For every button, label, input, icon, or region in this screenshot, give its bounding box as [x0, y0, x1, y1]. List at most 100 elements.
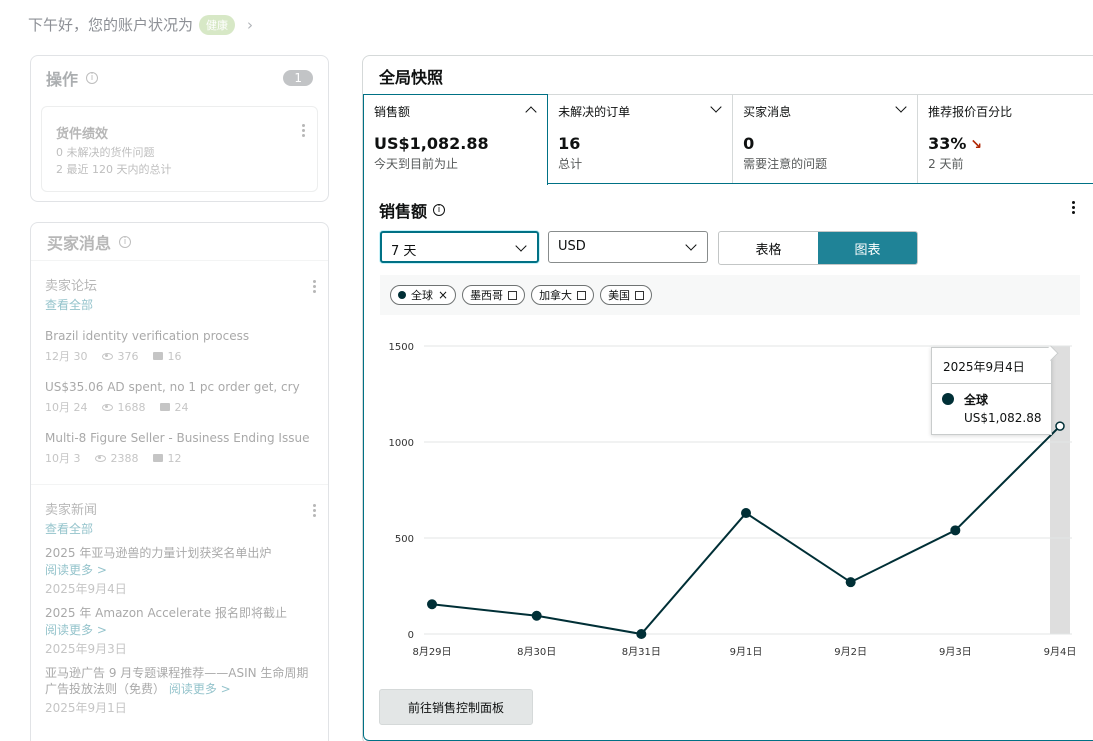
sales-detail-panel: 销售额 i 7 天 USD 表格 图表 全球 × 墨西哥 加拿大 美国 0 50… — [363, 183, 1093, 741]
more-options-icon[interactable] — [313, 502, 316, 519]
metric-value: 33% — [928, 134, 967, 153]
checkbox-icon[interactable] — [508, 290, 518, 300]
greeting-text: 下午好，您的账户状况为 — [28, 16, 194, 34]
metric-sub: 总计 — [558, 157, 583, 171]
snapshot-title: 全局快照 — [379, 68, 444, 87]
metric-sales[interactable]: 销售额 US$1,082.88 今天到目前为止 — [363, 94, 549, 185]
metric-value: 0 — [743, 134, 755, 153]
news-title: 卖家新闻 — [45, 503, 98, 518]
tooltip-series: 全球 — [964, 393, 989, 407]
news-item-date: 2025年9月1日 — [45, 701, 127, 715]
x-tick-label: 9月1日 — [730, 646, 763, 658]
news-item: 亚马逊广告 9 月专题课程推荐——ASIN 生命周期广告投放法则（免费） 阅读更… — [45, 665, 314, 716]
chip-label: 美国 — [608, 289, 631, 302]
post-title[interactable]: US$35.06 AD spent, no 1 pc order get, cr… — [45, 380, 314, 394]
more-options-icon[interactable] — [302, 122, 305, 139]
chevron-down-icon — [685, 239, 697, 251]
x-tick-label: 8月31日 — [622, 646, 661, 658]
post-date: 12月 30 — [45, 350, 88, 363]
news-item: 2025 年亚马逊兽的力量计划获奖名单出炉 阅读更多 > 2025年9月4日 — [45, 545, 314, 597]
data-point — [845, 577, 856, 588]
post-date: 10月 3 — [45, 452, 81, 465]
forum-post[interactable]: Multi-8 Figure Seller - Business Ending … — [45, 431, 314, 466]
eye-icon — [101, 403, 113, 411]
post-title[interactable]: Multi-8 Figure Seller - Business Ending … — [45, 431, 314, 445]
buyer-messages-card: 买家消息 i 卖家论坛 查看全部 Brazil identity verific… — [30, 222, 329, 741]
marketplace-filters: 全球 × 墨西哥 加拿大 美国 — [380, 275, 1080, 315]
metric-sub: 今天到目前为止 — [374, 157, 459, 171]
close-icon[interactable]: × — [438, 289, 448, 301]
filter-chip-mexico[interactable]: 墨西哥 — [462, 285, 526, 305]
forum-view-all-link[interactable]: 查看全部 — [45, 296, 314, 313]
data-point — [1055, 421, 1065, 431]
data-point — [427, 599, 437, 610]
metric-label: 推荐报价百分比 — [928, 105, 1013, 119]
currency-value: USD — [558, 239, 586, 254]
eye-icon — [101, 352, 113, 360]
data-point — [636, 629, 647, 639]
more-options-icon[interactable] — [313, 278, 316, 295]
info-icon[interactable]: i — [119, 235, 132, 248]
chevron-down-icon — [515, 240, 527, 252]
shipment-line-2: 2 最近 120 天内的总计 — [56, 163, 172, 176]
metric-value: US$1,082.88 — [374, 134, 489, 153]
checkbox-icon[interactable] — [635, 290, 645, 300]
post-replies: 24 — [174, 400, 189, 414]
chevron-right-icon[interactable]: › — [247, 16, 253, 34]
metric-label: 买家消息 — [743, 105, 792, 119]
news-view-all-link[interactable]: 查看全部 — [45, 520, 314, 537]
post-title[interactable]: Brazil identity verification process — [45, 329, 314, 343]
read-more-link[interactable]: 阅读更多 > — [45, 621, 314, 638]
tooltip-value: US$1,082.88 — [964, 411, 1042, 425]
filter-chip-us[interactable]: 美国 — [600, 285, 653, 305]
x-tick-label: 9月4日 — [1044, 646, 1077, 658]
view-toggle: 表格 图表 — [718, 231, 918, 265]
metric-featured-offer[interactable]: 推荐报价百分比 33% ↘ 2 天前 — [918, 94, 1093, 184]
shipment-line-1: 0 未解决的货件问题 — [56, 146, 155, 159]
series-line — [431, 425, 1061, 636]
news-item-title: 2025 年亚马逊兽的力量计划获奖名单出炉 — [45, 546, 272, 560]
buyer-messages-title: 买家消息 — [47, 233, 112, 253]
table-view-button[interactable]: 表格 — [719, 232, 818, 264]
comment-icon — [152, 454, 163, 462]
more-options-icon[interactable] — [1072, 199, 1075, 216]
filter-chip-global[interactable]: 全球 × — [390, 285, 457, 305]
forum-title: 卖家论坛 — [45, 279, 98, 294]
x-tick-label: 8月29日 — [412, 646, 451, 658]
comment-icon — [152, 352, 163, 360]
forum-post[interactable]: Brazil identity verification process 12月… — [45, 329, 314, 364]
tooltip-date: 2025年9月4日 — [932, 348, 1051, 384]
greeting: 下午好，您的账户状况为 健康 › — [28, 14, 253, 35]
go-to-sales-dashboard-button[interactable]: 前往销售控制面板 — [379, 689, 533, 725]
forum-post[interactable]: US$35.06 AD spent, no 1 pc order get, cr… — [45, 380, 314, 415]
global-snapshot: 全局快照 销售额 US$1,082.88 今天到目前为止 未解决的订单 16 总… — [362, 55, 1093, 741]
health-badge[interactable]: 健康 — [199, 14, 236, 35]
currency-select[interactable]: USD — [548, 231, 708, 263]
chart-view-button[interactable]: 图表 — [818, 232, 917, 264]
series-dot-icon — [398, 291, 406, 299]
chip-label: 全球 — [411, 289, 433, 302]
shipment-performance-card[interactable]: 货件绩效 0 未解决的货件问题 2 最近 120 天内的总计 — [41, 106, 318, 192]
filter-chip-canada[interactable]: 加拿大 — [531, 285, 595, 305]
info-icon[interactable]: i — [86, 72, 99, 84]
seller-news-section: 卖家新闻 查看全部 2025 年亚马逊兽的力量计划获奖名单出炉 阅读更多 > 2… — [31, 485, 328, 716]
operations-count: 1 — [283, 70, 313, 86]
shipment-title: 货件绩效 — [56, 127, 109, 142]
y-tick-label: 1000 — [389, 438, 414, 449]
trend-down-icon: ↘ — [970, 137, 983, 153]
metric-value: 16 — [558, 134, 581, 153]
post-views: 376 — [117, 349, 139, 363]
data-point — [950, 525, 961, 536]
metric-open-orders[interactable]: 未解决的订单 16 总计 — [548, 94, 734, 184]
read-more-link[interactable]: 阅读更多 > — [169, 682, 231, 696]
date-range-select[interactable]: 7 天 — [380, 231, 539, 263]
news-item-title: 亚马逊广告 9 月专题课程推荐——ASIN 生命周期广告投放法则（免费） 阅读更… — [45, 665, 314, 697]
info-icon[interactable]: i — [433, 204, 446, 216]
seller-forum-section: 卖家论坛 查看全部 Brazil identity verification p… — [31, 261, 328, 466]
checkbox-icon[interactable] — [577, 290, 587, 300]
read-more-link[interactable]: 阅读更多 > — [45, 561, 314, 578]
chart-tooltip: 2025年9月4日 全球 US$1,082.88 — [931, 347, 1052, 435]
metric-buyer-messages[interactable]: 买家消息 0 需要注意的问题 — [733, 94, 919, 184]
news-item-title: 2025 年 Amazon Accelerate 报名即将截止 — [45, 606, 287, 620]
post-date: 10月 24 — [45, 401, 88, 414]
